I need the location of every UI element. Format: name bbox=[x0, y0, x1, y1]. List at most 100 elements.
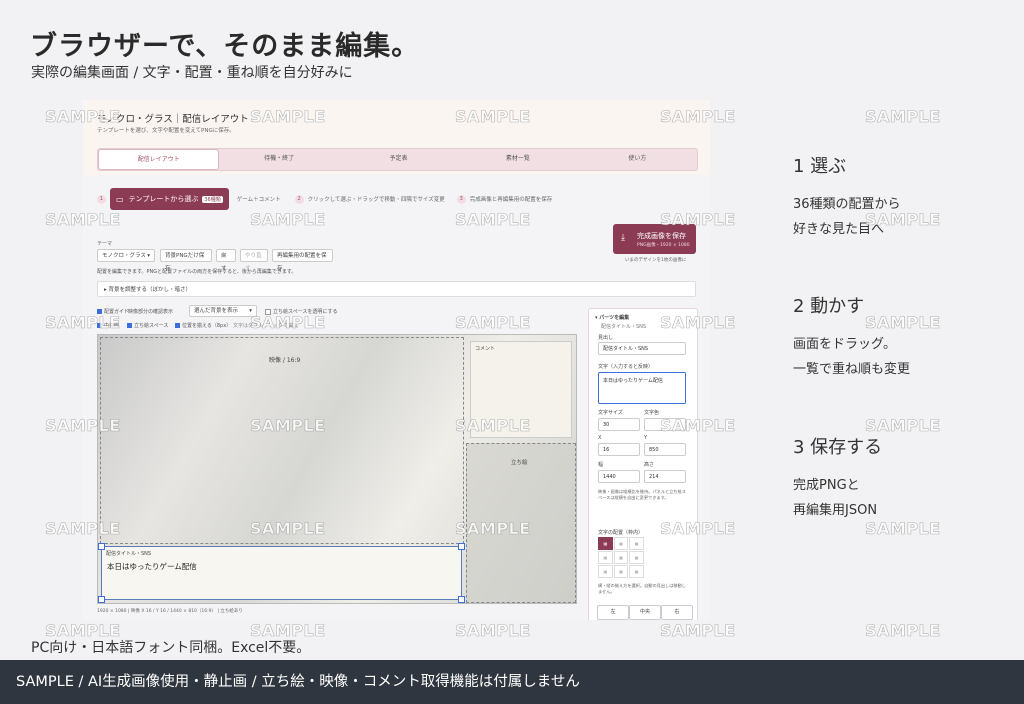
step2-text: クリックして選ぶ・ドラッグで移動・四隅でサイズ変更 bbox=[307, 197, 445, 203]
save-button-sub: PNG画像・1920 × 1080 bbox=[637, 243, 690, 248]
theme-select[interactable]: モノクロ・グラス ▾ bbox=[97, 249, 155, 262]
width-input[interactable]: 1440 bbox=[598, 470, 640, 483]
snap-checkbox[interactable]: 位置を揃える（8px） bbox=[175, 322, 231, 329]
step-line: 再編集用JSON bbox=[793, 503, 878, 518]
font-size-input[interactable]: 30 bbox=[598, 418, 640, 431]
theme-label: テーマ bbox=[97, 241, 113, 247]
bg-select-value: 選んだ背景を表示 bbox=[194, 308, 239, 314]
tab-howto[interactable]: 使い方 bbox=[578, 149, 697, 170]
guide-checkbox[interactable]: 配置ガイド bbox=[97, 308, 129, 315]
save-bg-png-button[interactable]: 背景PNGだけ保存 bbox=[160, 249, 212, 272]
comment-area[interactable]: コメント bbox=[470, 341, 572, 438]
template-count-badge: 36種類 bbox=[202, 195, 223, 203]
step-line: 36種類の配置から bbox=[793, 197, 901, 212]
panel-subheading: 配信タイトル・SNS bbox=[601, 324, 647, 330]
resize-handle[interactable] bbox=[98, 543, 105, 550]
height-label: 高さ bbox=[644, 462, 655, 468]
resize-handle[interactable] bbox=[458, 543, 465, 550]
step-heading: 1 選ぶ bbox=[793, 156, 847, 177]
checkbox-icon bbox=[97, 323, 102, 328]
text-label: 文字（入力すると反映） bbox=[598, 364, 654, 370]
pc-note: PC向け・日本語フォント同梱。Excel不要。 bbox=[31, 640, 311, 656]
doubleclick-hint: 文字はダブルクリックで編集 bbox=[233, 323, 299, 329]
bg-select[interactable]: 選んだ背景を表示 ▾ bbox=[189, 305, 257, 317]
hero-subtitle: 実際の編集画面 / 文字・配置・重ね順を自分好みに bbox=[31, 65, 353, 81]
app-description: テンプレートを選び、文字や配置を変えてPNGに保存。 bbox=[97, 128, 235, 134]
align-cell[interactable]: ▦ bbox=[629, 537, 644, 550]
standee-area[interactable]: 立ち絵 bbox=[466, 443, 576, 603]
resize-handle[interactable] bbox=[98, 596, 105, 603]
video-label: 映像 / 16:9 bbox=[269, 357, 301, 364]
sample-watermark: SAMPLE bbox=[865, 621, 941, 641]
step3-text: 完成画像と再編集用の配置を保存 bbox=[469, 197, 553, 203]
step-line: 画面をドラッグ。 bbox=[793, 337, 896, 352]
align-cell[interactable]: ▦ bbox=[629, 565, 644, 578]
parts-panel: ▾ パーツを編集 配信タイトル・SNS 見出し 配信タイトル・SNS 文字（入力… bbox=[588, 308, 698, 620]
transparent-label: 立ち絵スペースを透明にする bbox=[273, 309, 338, 315]
tab-bar: 配信レイアウト 待機・終了 予定表 素材一覧 使い方 bbox=[97, 148, 698, 171]
standee-label: 立ち絵 bbox=[511, 460, 528, 466]
video-check-label: 映像部分の確認表示 bbox=[128, 309, 174, 315]
template-button[interactable]: ▭ テンプレートから選ぶ 36種類 bbox=[110, 188, 229, 210]
panel-heading[interactable]: ▾ パーツを編集 bbox=[595, 314, 629, 321]
height-input[interactable]: 214 bbox=[644, 470, 686, 483]
width-label: 幅 bbox=[598, 462, 604, 468]
align-cell[interactable]: ▦ bbox=[613, 537, 629, 550]
layout-canvas[interactable]: 映像 / 16:9 コメント 立ち絵 配信タイトル・SNS 本日はゆったりゲーム… bbox=[97, 334, 577, 604]
sample-watermark: SAMPLE bbox=[865, 107, 941, 127]
tab-standby[interactable]: 待機・終了 bbox=[219, 149, 338, 170]
text-input[interactable]: 本日はゆったりゲーム配信 bbox=[598, 372, 686, 404]
align-cell[interactable]: ▦ bbox=[598, 537, 613, 550]
align-center-button[interactable]: 中央 bbox=[629, 605, 661, 620]
save-layout-button[interactable]: 再編集用の配置を保存 bbox=[272, 249, 333, 272]
redo-button[interactable]: やり直す bbox=[240, 249, 268, 272]
center-line-checkbox[interactable]: 中央線 bbox=[97, 322, 119, 329]
resize-handle[interactable] bbox=[458, 596, 465, 603]
step-line: 完成PNGと bbox=[793, 478, 860, 493]
align-cell[interactable]: ▦ bbox=[598, 551, 613, 564]
hero-title: ブラウザーで、そのまま編集。 bbox=[30, 31, 420, 62]
align-grid: ▦ ▦ ▦ ▦ ▦ ▦ ▦ ▦ ▦ bbox=[598, 537, 644, 578]
bg-adjust-toggle[interactable]: ▸ 背景を調整する（ぼかし・暗さ） bbox=[97, 281, 696, 297]
align-cell[interactable]: ▦ bbox=[629, 551, 644, 564]
standee-space-checkbox[interactable]: 立ち絵スペース bbox=[127, 322, 168, 329]
transparent-checkbox[interactable]: 立ち絵スペースを透明にする bbox=[265, 308, 337, 315]
font-color-input[interactable] bbox=[644, 418, 686, 431]
step-choose: 1 選ぶ 36種類の配置から 好きな見た目へ bbox=[793, 152, 993, 242]
video-area[interactable]: 映像 / 16:9 bbox=[100, 337, 464, 544]
caption-input[interactable]: 配信タイトル・SNS bbox=[598, 342, 686, 355]
align-cell[interactable]: ▦ bbox=[613, 565, 629, 578]
align-right-button[interactable]: 右 bbox=[661, 605, 693, 620]
tab-schedule[interactable]: 予定表 bbox=[339, 149, 458, 170]
font-color-label: 文字色 bbox=[644, 410, 660, 416]
step-heading: 3 保存する bbox=[793, 437, 883, 458]
standee-space-label: 立ち絵スペース bbox=[134, 323, 169, 329]
center-line-label: 中央線 bbox=[104, 323, 120, 329]
step-number: 2 bbox=[294, 194, 304, 204]
step-save: 3 保存する 完成PNGと 再編集用JSON bbox=[793, 433, 993, 523]
edit-hint: 配置を編集できます。PNGと配置ファイルの両方を保存すると、後から再編集できます… bbox=[97, 269, 297, 275]
x-input[interactable]: 16 bbox=[598, 443, 640, 456]
undo-button[interactable]: 戻す bbox=[216, 249, 236, 272]
step-number: 1 bbox=[97, 194, 106, 204]
step-heading: 2 動かす bbox=[793, 296, 865, 317]
x-label: X bbox=[598, 435, 602, 441]
tab-assets[interactable]: 素材一覧 bbox=[458, 149, 577, 170]
save-image-button[interactable]: ⤓ 完成画像を保存 PNG画像・1920 × 1080 bbox=[613, 224, 696, 254]
title-box[interactable]: 配信タイトル・SNS 本日はゆったりゲーム配信 bbox=[98, 543, 465, 603]
align-left-button[interactable]: 左 bbox=[597, 605, 629, 620]
title-box-label: 配信タイトル・SNS bbox=[106, 551, 152, 557]
align-cell[interactable]: ▦ bbox=[613, 551, 629, 564]
y-input[interactable]: 850 bbox=[644, 443, 686, 456]
chevron-down-icon: ▾ bbox=[147, 253, 150, 259]
align-note: 横・縦の揃え方を選択。自動の見出しは移動しません。 bbox=[598, 583, 686, 594]
chevron-down-icon: ▾ bbox=[249, 308, 252, 314]
tab-layout[interactable]: 配信レイアウト bbox=[98, 149, 220, 170]
title-box-text: 本日はゆったりゲーム配信 bbox=[107, 562, 197, 571]
step-move: 2 動かす 画面をドラッグ。 一覧で重ね順も変更 bbox=[793, 292, 993, 382]
comment-label: コメント bbox=[475, 346, 496, 352]
app-title: モノクロ・グラス｜配信レイアウト bbox=[97, 114, 249, 125]
template-icon: ▭ bbox=[116, 194, 124, 204]
font-size-label: 文字サイズ bbox=[598, 410, 623, 416]
align-cell[interactable]: ▦ bbox=[598, 565, 613, 578]
